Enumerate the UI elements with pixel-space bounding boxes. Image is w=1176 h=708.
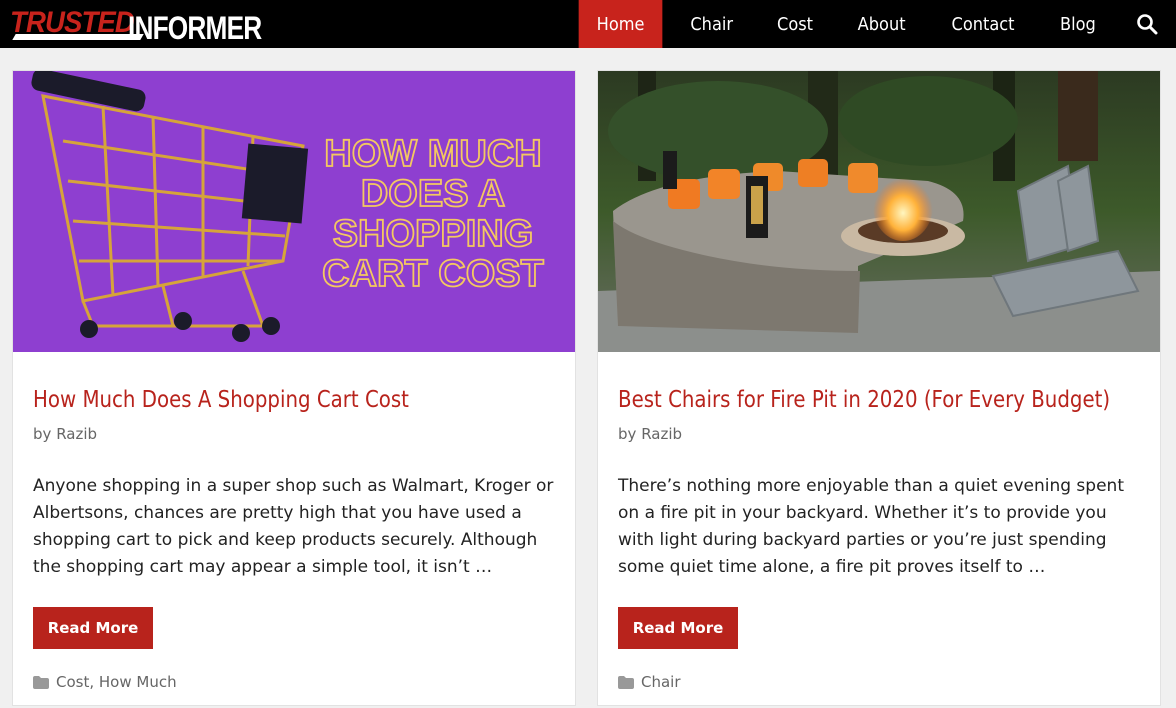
- nav-item-cost[interactable]: Cost: [759, 0, 831, 48]
- category-separator: ,: [89, 673, 99, 691]
- post-excerpt: There’s nothing more enjoyable than a qu…: [618, 476, 1124, 577]
- logo-informer-text: INFORMER: [128, 10, 262, 46]
- site-logo[interactable]: TRUSTED INFORMER: [10, 4, 262, 46]
- read-more-button[interactable]: Read More: [33, 607, 153, 649]
- thumb-text-line-3: SHOPPING: [333, 213, 534, 255]
- author-link[interactable]: Razib: [641, 425, 682, 443]
- folder-icon: [33, 675, 49, 689]
- post-thumbnail-fire-pit[interactable]: [598, 71, 1160, 352]
- byline-prefix: by: [33, 425, 52, 443]
- nav-item-about[interactable]: About: [840, 0, 924, 48]
- folder-icon: [618, 675, 634, 689]
- category-link-chair[interactable]: Chair: [641, 673, 681, 691]
- thumb-text-line-4: CART COST: [322, 253, 544, 295]
- nav-item-blog[interactable]: Blog: [1042, 0, 1114, 48]
- main-nav: Home Chair Cost About Contact Blog: [574, 0, 1176, 48]
- post-categories: Chair: [618, 673, 681, 691]
- post-title[interactable]: How Much Does A Shopping Cart Cost: [33, 387, 409, 413]
- post-excerpt: Anyone shopping in a super shop such as …: [33, 476, 554, 577]
- post-byline: by Razib: [618, 425, 682, 443]
- post-card: HOW MUCH DOES A SHOPPING CART COST How M…: [12, 70, 576, 706]
- author-link[interactable]: Razib: [56, 425, 97, 443]
- thumb-text-line-1: HOW MUCH: [324, 133, 541, 175]
- post-categories: Cost , How Much: [33, 673, 177, 691]
- read-more-button[interactable]: Read More: [618, 607, 738, 649]
- byline-prefix: by: [618, 425, 637, 443]
- search-button[interactable]: [1118, 0, 1176, 48]
- category-link-cost[interactable]: Cost: [56, 673, 89, 691]
- nav-item-contact[interactable]: Contact: [934, 0, 1033, 48]
- post-byline: by Razib: [33, 425, 97, 443]
- post-card: Best Chairs for Fire Pit in 2020 (For Ev…: [597, 70, 1161, 706]
- category-link-how-much[interactable]: How Much: [99, 673, 177, 691]
- thumb-text-line-2: DOES A: [361, 173, 505, 215]
- nav-item-chair[interactable]: Chair: [672, 0, 751, 48]
- search-icon: [1137, 14, 1158, 35]
- site-header: TRUSTED INFORMER Home Chair Cost About C…: [0, 0, 1176, 48]
- nav-item-home[interactable]: Home: [579, 0, 663, 48]
- post-thumbnail-shopping-cart[interactable]: HOW MUCH DOES A SHOPPING CART COST: [13, 71, 575, 352]
- post-title[interactable]: Best Chairs for Fire Pit in 2020 (For Ev…: [618, 387, 1110, 413]
- logo-swoosh: [12, 34, 144, 40]
